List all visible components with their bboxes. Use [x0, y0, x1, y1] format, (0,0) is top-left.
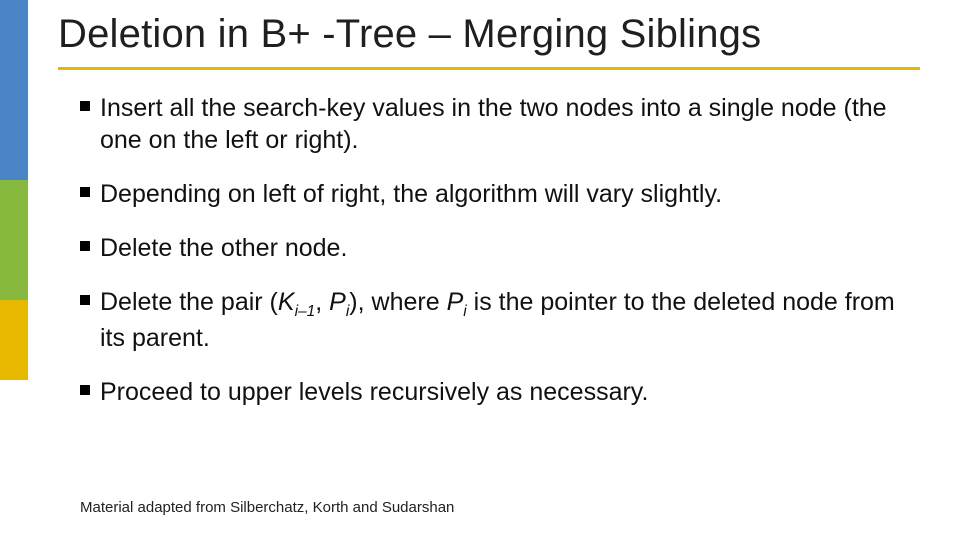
- text-fragment: ,: [315, 288, 329, 316]
- bullet-text: Proceed to upper levels recursively as n…: [100, 376, 648, 408]
- bullet-square-icon: [80, 101, 90, 111]
- bullet-text: Insert all the search-key values in the …: [100, 92, 910, 156]
- bullet-item: Insert all the search-key values in the …: [80, 92, 910, 156]
- title-container: Deletion in B+ -Tree – Merging Siblings: [58, 12, 920, 70]
- bullet-text: Delete the pair (Ki–1, Pi), where Pi is …: [100, 286, 910, 354]
- footer-attribution: Material adapted from Silberchatz, Korth…: [80, 499, 454, 516]
- bullet-square-icon: [80, 295, 90, 305]
- body-content: Insert all the search-key values in the …: [80, 92, 910, 430]
- bullet-item: Depending on left of right, the algorith…: [80, 178, 910, 210]
- accent-bar-blue: [0, 0, 28, 180]
- var-p: P: [329, 288, 346, 316]
- bullet-item: Proceed to upper levels recursively as n…: [80, 376, 910, 408]
- bullet-square-icon: [80, 187, 90, 197]
- slide: Deletion in B+ -Tree – Merging Siblings …: [0, 0, 960, 540]
- var-k: K: [278, 288, 295, 316]
- sub-k: i–1: [295, 303, 316, 320]
- bullet-item: Delete the pair (Ki–1, Pi), where Pi is …: [80, 286, 910, 354]
- var-p2: P: [447, 288, 464, 316]
- bullet-square-icon: [80, 385, 90, 395]
- accent-bar-green: [0, 180, 28, 300]
- bullet-text: Depending on left of right, the algorith…: [100, 178, 722, 210]
- accent-bar-yellow: [0, 300, 28, 380]
- text-fragment: Delete the pair (: [100, 288, 278, 316]
- bullet-square-icon: [80, 241, 90, 251]
- text-fragment: ), where: [349, 288, 446, 316]
- bullet-item: Delete the other node.: [80, 232, 910, 264]
- slide-title: Deletion in B+ -Tree – Merging Siblings: [58, 12, 920, 57]
- bullet-text: Delete the other node.: [100, 232, 347, 264]
